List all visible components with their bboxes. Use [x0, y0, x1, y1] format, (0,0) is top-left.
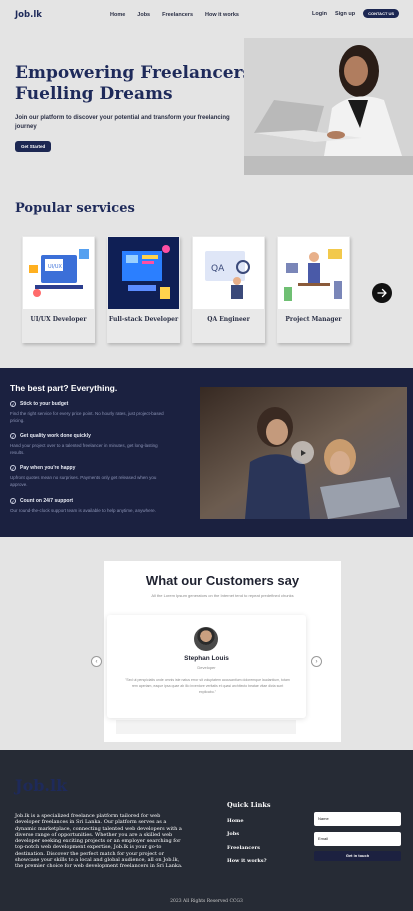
play-button[interactable]	[291, 441, 314, 464]
feature-text: Find the right service for every price p…	[10, 411, 164, 423]
feature-item: ✓ Stick to your budget Find the right ser…	[10, 401, 170, 424]
feature-heading: Get quality work done quickly	[20, 433, 91, 439]
chevron-right-icon: ›	[315, 658, 318, 665]
service-card-ui-ux[interactable]: UI/UX UI/UX Developer	[22, 236, 95, 343]
get-in-touch-button[interactable]: Get in touch	[314, 851, 401, 861]
testimonial-next-button[interactable]: ›	[311, 656, 322, 667]
hero-subtitle: Join our platform to discover your poten…	[15, 115, 230, 130]
card-stack-shadow	[116, 720, 296, 734]
testimonials-subtitle: All the Lorem Ipsum generators on the In…	[151, 593, 294, 598]
ui-ux-illustration: UI/UX	[23, 237, 94, 309]
footer-link-freelancers[interactable]: Freelancers	[227, 845, 260, 851]
nav-actions: Login Sign up CONTACT US	[312, 9, 400, 18]
check-circle-icon: ✓	[10, 401, 16, 407]
hero-title: Empowering Freelancers, Fuelling Dreams	[15, 63, 259, 104]
nav-link-home[interactable]: Home	[110, 12, 125, 18]
service-card-qa[interactable]: QA QA Engineer	[192, 236, 265, 343]
footer-about: Job.lk is a specialized freelance platfo…	[15, 813, 183, 870]
footer-link-home[interactable]: Home	[227, 818, 244, 824]
name-input[interactable]: Name	[314, 812, 401, 826]
services-title: Popular services	[15, 201, 135, 216]
svg-text:UI/UX: UI/UX	[48, 264, 62, 270]
check-circle-icon: ✓	[10, 433, 16, 439]
check-circle-icon: ✓	[10, 465, 16, 471]
arrow-right-icon	[377, 288, 387, 298]
email-input[interactable]: Email	[314, 832, 401, 846]
nav-link-freelancers[interactable]: Freelancers	[162, 12, 193, 18]
footer-link-how-it-works[interactable]: How it works?	[227, 858, 267, 864]
check-circle-icon: ✓	[10, 498, 16, 504]
qa-illustration: QA	[193, 237, 264, 309]
feature-heading: Pay when you're happy	[20, 465, 76, 471]
fullstack-illustration	[108, 237, 179, 309]
hero-image	[244, 38, 413, 175]
login-link[interactable]: Login	[312, 11, 327, 17]
service-card-fullstack[interactable]: Full-stack Developer	[107, 236, 180, 343]
quick-links-title: Quick Links	[227, 801, 271, 809]
features-title: The best part? Everything.	[10, 383, 118, 393]
testimonials-title: What our Customers say	[145, 573, 300, 588]
carousel-next-button[interactable]	[372, 283, 392, 303]
testimonial-role: Developer	[197, 665, 216, 670]
testimonial-name: Stephan Louis	[184, 655, 229, 662]
play-icon	[300, 449, 306, 456]
feature-text: Upfront quotes mean no surprises. Paymen…	[10, 475, 157, 487]
top-nav: Job.lk Home Jobs Freelancers How it work…	[0, 0, 413, 30]
feature-item: ✓ Count on 24/7 support Our round-the-clo…	[10, 498, 170, 514]
get-started-button[interactable]: Get Started	[15, 141, 52, 152]
feature-item: ✓ Get quality work done quickly Hand your…	[10, 433, 170, 456]
svg-text:QA: QA	[211, 264, 225, 274]
service-card-label: QA Engineer	[207, 316, 250, 323]
testimonial-prev-button[interactable]: ‹	[91, 656, 102, 667]
nav-links: Home Jobs Freelancers How it works	[110, 12, 239, 18]
service-card-label: Full-stack Developer	[108, 316, 179, 323]
nav-link-how-it-works[interactable]: How it works	[205, 12, 239, 18]
feature-text: Hand your project over to a talented fre…	[10, 443, 158, 455]
feature-item: ✓ Pay when you're happy Upfront quotes me…	[10, 465, 170, 488]
service-card-project-manager[interactable]: Project Manager	[277, 236, 350, 343]
contact-button[interactable]: CONTACT US	[363, 9, 400, 18]
copyright: 2023 All Rights Reserved CCG3	[170, 899, 243, 904]
services-carousel: UI/UX UI/UX Developer Full-stack Develop…	[22, 236, 350, 343]
project-manager-illustration	[278, 237, 349, 309]
avatar	[194, 627, 218, 651]
signup-link[interactable]: Sign up	[335, 11, 355, 17]
footer-logo[interactable]: Job.lk	[15, 776, 67, 795]
site-logo[interactable]: Job.lk	[15, 10, 42, 20]
service-card-label: Project Manager	[285, 316, 342, 323]
nav-link-jobs[interactable]: Jobs	[137, 12, 150, 18]
feature-heading: Stick to your budget	[20, 401, 69, 407]
chevron-left-icon: ‹	[95, 658, 98, 665]
intro-video[interactable]	[200, 387, 407, 519]
feature-text: Our round-the-clock support team is avai…	[10, 508, 156, 513]
footer-link-jobs[interactable]: Jobs	[227, 831, 239, 837]
feature-heading: Count on 24/7 support	[20, 498, 74, 504]
testimonial-quote: "Sed ut perspiciatis unde omnis iste nat…	[125, 678, 290, 694]
service-card-label: UI/UX Developer	[30, 316, 87, 323]
